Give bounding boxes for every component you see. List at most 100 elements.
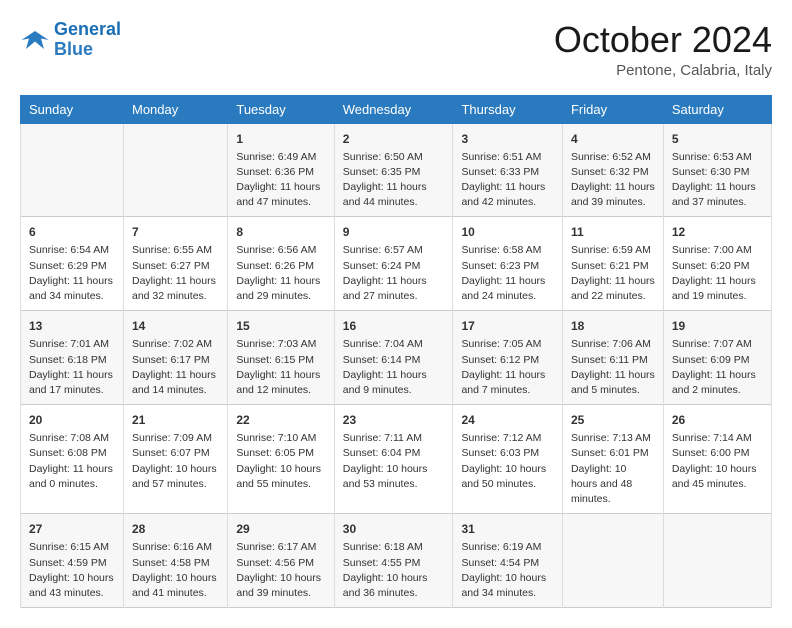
day-info: Sunrise: 7:09 AM Sunset: 6:07 PM Dayligh… [132, 431, 219, 492]
day-info: Sunrise: 7:00 AM Sunset: 6:20 PM Dayligh… [672, 243, 763, 304]
week-row-3: 13Sunrise: 7:01 AM Sunset: 6:18 PM Dayli… [21, 311, 772, 405]
day-number: 22 [236, 411, 325, 429]
calendar-cell: 22 Sunrise: 7:10 AM Sunset: 6:05 PM Dayli… [228, 405, 334, 514]
day-number: 10 [461, 223, 554, 241]
day-info: Sunrise: 6:19 AM Sunset: 4:54 PM Dayligh… [461, 540, 554, 601]
calendar-cell: 6 Sunrise: 6:54 AM Sunset: 6:29 PM Daylig… [21, 217, 124, 311]
logo-line1: General [54, 19, 121, 39]
week-row-5: 27Sunrise: 6:15 AM Sunset: 4:59 PM Dayli… [21, 514, 772, 608]
day-info: Sunrise: 7:12 AM Sunset: 6:03 PM Dayligh… [461, 431, 554, 492]
day-info: Sunrise: 6:54 AM Sunset: 6:29 PM Dayligh… [29, 243, 115, 304]
calendar-cell [123, 123, 227, 217]
day-number: 15 [236, 317, 325, 335]
day-info: Sunrise: 6:59 AM Sunset: 6:21 PM Dayligh… [571, 243, 655, 304]
day-info: Sunrise: 6:18 AM Sunset: 4:55 PM Dayligh… [343, 540, 445, 601]
day-number: 30 [343, 520, 445, 538]
calendar-cell [562, 514, 663, 608]
calendar-cell: 28 Sunrise: 6:16 AM Sunset: 4:58 PM Dayli… [123, 514, 227, 608]
day-number: 5 [672, 130, 763, 148]
day-info: Sunrise: 7:01 AM Sunset: 6:18 PM Dayligh… [29, 337, 115, 398]
logo: General Blue [20, 20, 121, 60]
day-number: 25 [571, 411, 655, 429]
header-tuesday: Tuesday [228, 95, 334, 123]
day-number: 26 [672, 411, 763, 429]
header-saturday: Saturday [663, 95, 771, 123]
calendar-cell: 25 Sunrise: 7:13 AM Sunset: 6:01 PM Dayli… [562, 405, 663, 514]
day-info: Sunrise: 6:52 AM Sunset: 6:32 PM Dayligh… [571, 150, 655, 211]
day-info: Sunrise: 7:14 AM Sunset: 6:00 PM Dayligh… [672, 431, 763, 492]
day-number: 27 [29, 520, 115, 538]
logo-text: General Blue [54, 20, 121, 60]
calendar-cell: 16 Sunrise: 7:04 AM Sunset: 6:14 PM Dayli… [334, 311, 453, 405]
calendar-cell: 10 Sunrise: 6:58 AM Sunset: 6:23 PM Dayli… [453, 217, 563, 311]
day-number: 29 [236, 520, 325, 538]
day-info: Sunrise: 6:17 AM Sunset: 4:56 PM Dayligh… [236, 540, 325, 601]
calendar-cell: 24 Sunrise: 7:12 AM Sunset: 6:03 PM Dayli… [453, 405, 563, 514]
calendar-cell: 11Sunrise: 6:59 AM Sunset: 6:21 PM Dayli… [562, 217, 663, 311]
location: Pentone, Calabria, Italy [554, 62, 772, 79]
calendar-cell: 15 Sunrise: 7:03 AM Sunset: 6:15 PM Dayli… [228, 311, 334, 405]
calendar-cell [663, 514, 771, 608]
header-row: SundayMondayTuesdayWednesdayThursdayFrid… [21, 95, 772, 123]
day-info: Sunrise: 7:04 AM Sunset: 6:14 PM Dayligh… [343, 337, 445, 398]
day-number: 31 [461, 520, 554, 538]
day-info: Sunrise: 6:49 AM Sunset: 6:36 PM Dayligh… [236, 150, 325, 211]
day-number: 24 [461, 411, 554, 429]
calendar-cell: 31 Sunrise: 6:19 AM Sunset: 4:54 PM Dayli… [453, 514, 563, 608]
calendar-cell: 3 Sunrise: 6:51 AM Sunset: 6:33 PM Daylig… [453, 123, 563, 217]
logo-line2: Blue [54, 39, 93, 59]
calendar-cell: 8Sunrise: 6:56 AM Sunset: 6:26 PM Daylig… [228, 217, 334, 311]
day-info: Sunrise: 6:51 AM Sunset: 6:33 PM Dayligh… [461, 150, 554, 211]
calendar-cell: 29 Sunrise: 6:17 AM Sunset: 4:56 PM Dayli… [228, 514, 334, 608]
title-block: October 2024 Pentone, Calabria, Italy [554, 20, 772, 79]
calendar-cell: 19 Sunrise: 7:07 AM Sunset: 6:09 PM Dayli… [663, 311, 771, 405]
calendar-body: 1 Sunrise: 6:49 AM Sunset: 6:36 PM Daylig… [21, 123, 772, 608]
day-info: Sunrise: 6:58 AM Sunset: 6:23 PM Dayligh… [461, 243, 554, 304]
day-info: Sunrise: 7:11 AM Sunset: 6:04 PM Dayligh… [343, 431, 445, 492]
day-number: 14 [132, 317, 219, 335]
day-number: 20 [29, 411, 115, 429]
day-number: 1 [236, 130, 325, 148]
week-row-4: 20 Sunrise: 7:08 AM Sunset: 6:08 PM Dayli… [21, 405, 772, 514]
day-info: Sunrise: 7:03 AM Sunset: 6:15 PM Dayligh… [236, 337, 325, 398]
header-thursday: Thursday [453, 95, 563, 123]
day-info: Sunrise: 6:53 AM Sunset: 6:30 PM Dayligh… [672, 150, 763, 211]
page-header: General Blue October 2024 Pentone, Calab… [20, 20, 772, 79]
day-info: Sunrise: 7:07 AM Sunset: 6:09 PM Dayligh… [672, 337, 763, 398]
day-info: Sunrise: 7:08 AM Sunset: 6:08 PM Dayligh… [29, 431, 115, 492]
day-info: Sunrise: 6:55 AM Sunset: 6:27 PM Dayligh… [132, 243, 219, 304]
calendar-cell: 4 Sunrise: 6:52 AM Sunset: 6:32 PM Daylig… [562, 123, 663, 217]
calendar-cell: 18 Sunrise: 7:06 AM Sunset: 6:11 PM Dayli… [562, 311, 663, 405]
calendar-cell: 23Sunrise: 7:11 AM Sunset: 6:04 PM Dayli… [334, 405, 453, 514]
day-info: Sunrise: 6:16 AM Sunset: 4:58 PM Dayligh… [132, 540, 219, 601]
day-info: Sunrise: 6:50 AM Sunset: 6:35 PM Dayligh… [343, 150, 445, 211]
day-number: 19 [672, 317, 763, 335]
day-number: 12 [672, 223, 763, 241]
day-info: Sunrise: 7:13 AM Sunset: 6:01 PM Dayligh… [571, 431, 655, 507]
calendar-cell: 26 Sunrise: 7:14 AM Sunset: 6:00 PM Dayli… [663, 405, 771, 514]
day-info: Sunrise: 7:05 AM Sunset: 6:12 PM Dayligh… [461, 337, 554, 398]
day-info: Sunrise: 7:02 AM Sunset: 6:17 PM Dayligh… [132, 337, 219, 398]
day-number: 6 [29, 223, 115, 241]
calendar-cell: 9Sunrise: 6:57 AM Sunset: 6:24 PM Daylig… [334, 217, 453, 311]
calendar-cell: 17 Sunrise: 7:05 AM Sunset: 6:12 PM Dayli… [453, 311, 563, 405]
calendar-cell: 7Sunrise: 6:55 AM Sunset: 6:27 PM Daylig… [123, 217, 227, 311]
header-friday: Friday [562, 95, 663, 123]
calendar-cell: 2Sunrise: 6:50 AM Sunset: 6:35 PM Daylig… [334, 123, 453, 217]
day-number: 18 [571, 317, 655, 335]
week-row-1: 1 Sunrise: 6:49 AM Sunset: 6:36 PM Daylig… [21, 123, 772, 217]
day-number: 3 [461, 130, 554, 148]
day-number: 17 [461, 317, 554, 335]
day-number: 16 [343, 317, 445, 335]
calendar-cell: 21 Sunrise: 7:09 AM Sunset: 6:07 PM Dayli… [123, 405, 227, 514]
calendar-cell: 20 Sunrise: 7:08 AM Sunset: 6:08 PM Dayli… [21, 405, 124, 514]
day-number: 4 [571, 130, 655, 148]
day-number: 28 [132, 520, 219, 538]
day-info: Sunrise: 7:10 AM Sunset: 6:05 PM Dayligh… [236, 431, 325, 492]
day-info: Sunrise: 7:06 AM Sunset: 6:11 PM Dayligh… [571, 337, 655, 398]
logo-icon [20, 25, 50, 55]
header-sunday: Sunday [21, 95, 124, 123]
calendar-cell: 27Sunrise: 6:15 AM Sunset: 4:59 PM Dayli… [21, 514, 124, 608]
calendar-cell: 30 Sunrise: 6:18 AM Sunset: 4:55 PM Dayli… [334, 514, 453, 608]
day-number: 21 [132, 411, 219, 429]
